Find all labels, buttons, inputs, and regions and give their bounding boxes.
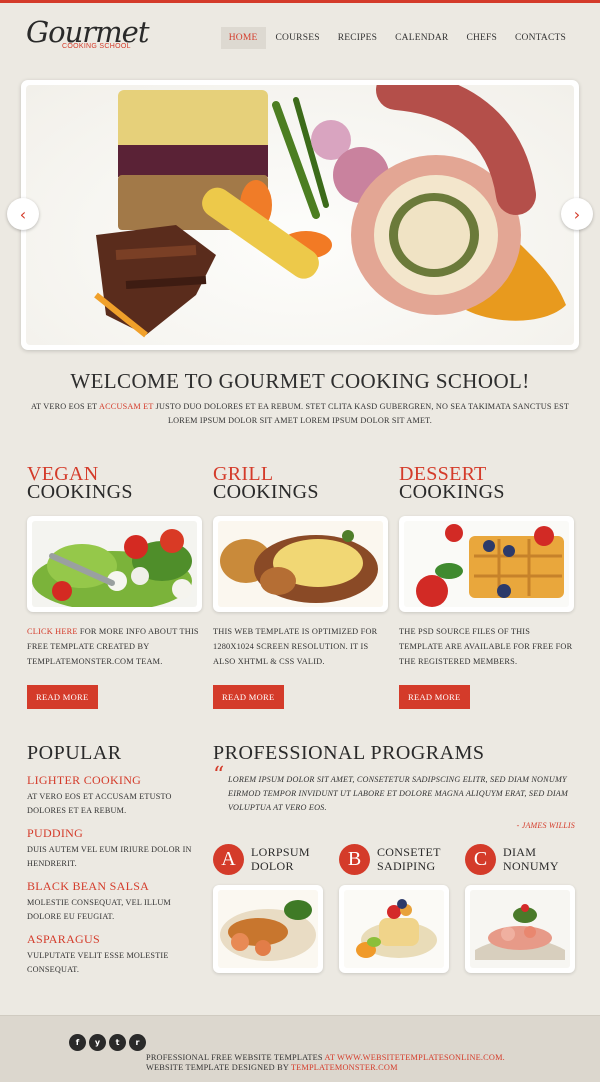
quote-author: - JAMES WILLIS xyxy=(516,821,575,830)
category-subtitle: COOKINGS xyxy=(399,481,505,503)
footer-link-websitetemplates[interactable]: AT WWW.WEBSITETEMPLATESONLINE.COM. xyxy=(325,1053,505,1062)
read-more-button[interactable]: READ MORE xyxy=(213,685,284,709)
category-text: THE PSD SOURCE FILES OF THIS TEMPLATE AR… xyxy=(399,627,573,666)
program-label: CONSETET SADIPING xyxy=(377,845,441,873)
nav-courses[interactable]: COURSES xyxy=(268,27,328,49)
program-letter-badge: A xyxy=(213,843,244,875)
program-label-line2: SADIPING xyxy=(377,859,436,873)
site-footer: f y t r PROFESSIONAL FREE WEBSITE TEMPLA… xyxy=(0,1015,600,1082)
program-letter-badge: B xyxy=(339,843,370,875)
popular-item: LIGHTER COOKING AT VERO EOS ET ACCUSAM E… xyxy=(27,773,202,818)
popular-item-text: VULPUTATE VELIT ESSE MOLESTIE CONSEQUAT. xyxy=(27,951,169,974)
popular-item: PUDDING DUIS AUTEM VEL EUM IRIURE DOLOR … xyxy=(27,826,202,871)
welcome-text-post: JUSTO DUO DOLORES ET EA REBUM. STET CLIT… xyxy=(153,402,570,425)
slider-prev-button[interactable]: ‹ xyxy=(7,198,39,230)
footer-line1-text: PROFESSIONAL FREE WEBSITE TEMPLATES xyxy=(146,1053,325,1062)
program-letter-badge: C xyxy=(465,843,496,875)
popular-item-text: AT VERO EOS ET ACCUSAM ETUSTO DOLORES ET… xyxy=(27,792,172,815)
read-more-button[interactable]: READ MORE xyxy=(27,685,98,709)
program-label-line2: NONUMY xyxy=(503,859,559,873)
welcome-title: WELCOME TO GOURMET COOKING SCHOOL! xyxy=(70,369,530,393)
welcome-text-pre: AT VERO EOS ET xyxy=(30,402,100,411)
category-image[interactable] xyxy=(213,516,388,612)
category-subtitle: COOKINGS xyxy=(27,481,133,503)
category-text: CLICK HERE FOR MORE INFO ABOUT THIS FREE… xyxy=(27,624,202,672)
program-list: A LORPSUM DOLOR B CONSETET SADIPING C DI… xyxy=(213,843,575,973)
program-header: C DIAM NONUMY xyxy=(465,843,575,875)
category-image[interactable] xyxy=(27,516,202,612)
program-image[interactable] xyxy=(465,885,575,973)
program-header: B CONSETET SADIPING xyxy=(339,843,449,875)
program-item[interactable]: C DIAM NONUMY xyxy=(465,843,575,973)
program-item[interactable]: A LORPSUM DOLOR xyxy=(213,843,323,973)
nav-home[interactable]: HOME xyxy=(220,27,266,49)
programs-title: PROFESSIONAL PROGRAMS xyxy=(213,742,485,764)
programs-section: PROFESSIONAL PROGRAMS “ LOREM IPSUM DOLO… xyxy=(213,741,575,973)
category-subtitle: COOKINGS xyxy=(213,481,319,503)
popular-item-title[interactable]: BLACK BEAN SALSA xyxy=(27,879,202,894)
popular-item-text: MOLESTIE CONSEQUAT, VEL ILLUM DOLORE EU … xyxy=(27,898,171,921)
footer-line1: PROFESSIONAL FREE WEBSITE TEMPLATES AT W… xyxy=(146,1053,505,1063)
nav-recipes[interactable]: RECIPES xyxy=(330,27,385,49)
welcome-link[interactable]: ACCUSAM ET xyxy=(99,402,153,411)
social-links: f y t r xyxy=(69,1034,146,1051)
hero-slider xyxy=(21,80,579,350)
program-label-line1: LORPSUM xyxy=(251,845,310,859)
popular-item: BLACK BEAN SALSA MOLESTIE CONSEQUAT, VEL… xyxy=(27,879,202,924)
chevron-left-icon: ‹ xyxy=(19,204,27,224)
facebook-icon[interactable]: f xyxy=(69,1034,86,1051)
footer-line2: WEBSITE TEMPLATE DESIGNED BY TEMPLATEMON… xyxy=(146,1063,505,1073)
quote-text: LOREM IPSUM DOLOR SIT AMET, CONSETETUR S… xyxy=(228,775,569,812)
category-text: THIS WEB TEMPLATE IS OPTIMIZED FOR 1280X… xyxy=(213,627,378,666)
rss-icon[interactable]: r xyxy=(129,1034,146,1051)
quote-icon: “ xyxy=(213,763,225,788)
main-nav: HOME COURSES RECIPES CALENDAR CHEFS CONT… xyxy=(220,27,574,49)
program-label: DIAM NONUMY xyxy=(503,845,559,873)
popular-item-title[interactable]: ASPARAGUS xyxy=(27,932,202,947)
program-header: A LORPSUM DOLOR xyxy=(213,843,323,875)
nav-chefs[interactable]: CHEFS xyxy=(458,27,505,49)
program-label: LORPSUM DOLOR xyxy=(251,845,310,873)
popular-title: POPULAR xyxy=(27,742,122,764)
popular-item-text: DUIS AUTEM VEL EUM IRIURE DOLOR IN HENDR… xyxy=(27,845,192,868)
welcome-text: AT VERO EOS ET ACCUSAM ET JUSTO DUO DOLO… xyxy=(20,400,580,428)
hero-food-image xyxy=(26,85,574,345)
category-grill: GRILL COOKINGS THIS WEB TEMPLATE IS OPTI… xyxy=(213,464,388,709)
chevron-right-icon: › xyxy=(573,204,581,224)
nav-calendar[interactable]: CALENDAR xyxy=(387,27,456,49)
click-here-link[interactable]: CLICK HERE xyxy=(27,627,78,636)
twitter-icon[interactable]: t xyxy=(109,1034,126,1051)
program-image[interactable] xyxy=(339,885,449,973)
site-logo[interactable]: Gourmet COOKING SCHOOL xyxy=(26,15,156,65)
footer-link-templatemonster[interactable]: TEMPLATEMONSTER.COM xyxy=(291,1063,398,1072)
category-image[interactable] xyxy=(399,516,574,612)
footer-text: PROFESSIONAL FREE WEBSITE TEMPLATES AT W… xyxy=(146,1053,505,1073)
popular-item-title[interactable]: LIGHTER COOKING xyxy=(27,773,202,788)
testimonial-quote: “ LOREM IPSUM DOLOR SIT AMET, CONSETETUR… xyxy=(213,765,575,815)
category-dessert: DESSERT COOKINGS THE PSD SOURCE FILES OF… xyxy=(399,464,574,709)
popular-item-title[interactable]: PUDDING xyxy=(27,826,202,841)
program-label-line1: DIAM xyxy=(503,845,537,859)
program-label-line1: CONSETET xyxy=(377,845,441,859)
youtube-icon[interactable]: y xyxy=(89,1034,106,1051)
popular-section: POPULAR LIGHTER COOKING AT VERO EOS ET A… xyxy=(27,741,202,977)
nav-contacts[interactable]: CONTACTS xyxy=(507,27,574,49)
program-image[interactable] xyxy=(213,885,323,973)
program-label-line2: DOLOR xyxy=(251,859,294,873)
read-more-button[interactable]: READ MORE xyxy=(399,685,470,709)
popular-item: ASPARAGUS VULPUTATE VELIT ESSE MOLESTIE … xyxy=(27,932,202,977)
footer-line2-text: WEBSITE TEMPLATE DESIGNED BY xyxy=(146,1063,291,1072)
program-item[interactable]: B CONSETET SADIPING xyxy=(339,843,449,973)
slider-next-button[interactable]: › xyxy=(561,198,593,230)
category-vegan: VEGAN COOKINGS CLICK HERE FOR MORE INFO … xyxy=(27,464,202,709)
